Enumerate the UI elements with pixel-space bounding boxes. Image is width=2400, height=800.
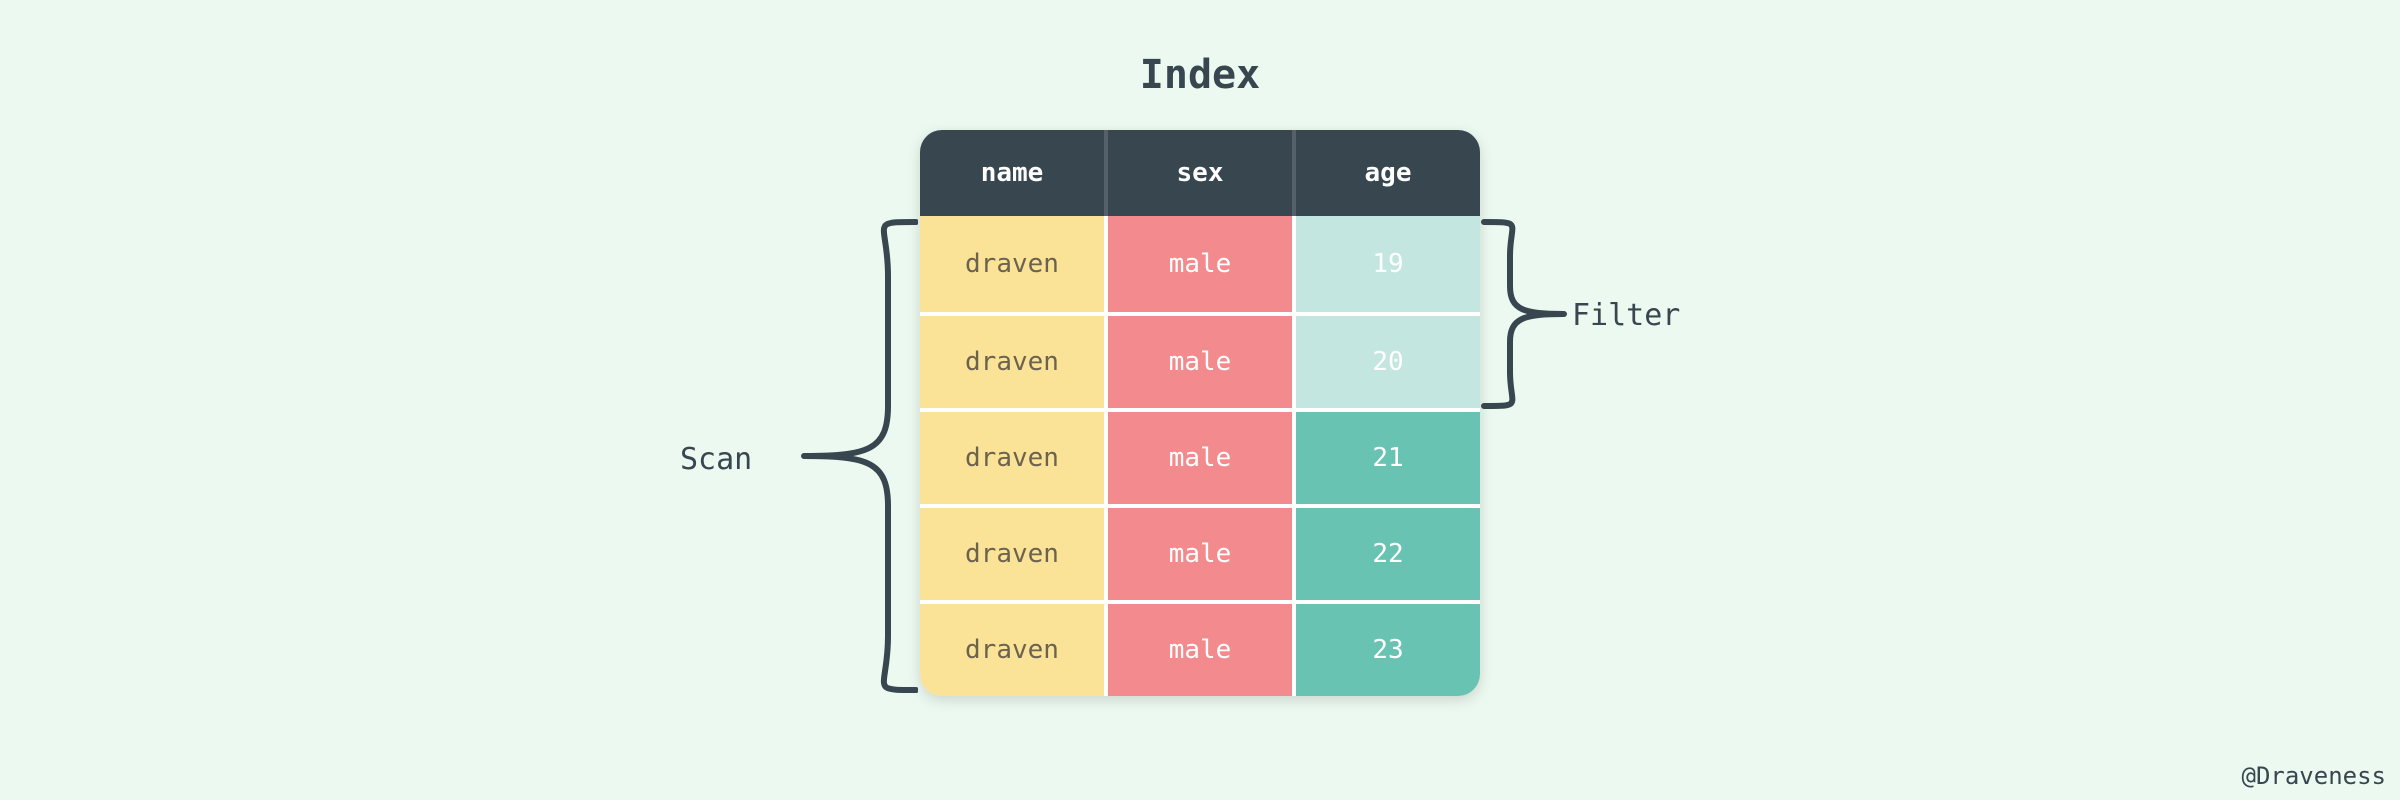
cell-sex: male <box>1108 504 1296 600</box>
brace-scan-icon <box>798 216 918 696</box>
col-header-sex: sex <box>1108 130 1296 216</box>
credit-text: @Draveness <box>2242 762 2387 790</box>
table-row: dravenmale20 <box>920 312 1480 408</box>
cell-age: 20 <box>1296 312 1480 408</box>
cell-sex: male <box>1108 216 1296 312</box>
table-header-row: name sex age <box>920 130 1480 216</box>
annotation-filter: Filter <box>1572 298 1680 333</box>
cell-name: draven <box>920 216 1108 312</box>
cell-name: draven <box>920 600 1108 696</box>
table-row: dravenmale23 <box>920 600 1480 696</box>
col-header-name: name <box>920 130 1108 216</box>
cell-age: 21 <box>1296 408 1480 504</box>
cell-name: draven <box>920 504 1108 600</box>
cell-sex: male <box>1108 312 1296 408</box>
cell-name: draven <box>920 312 1108 408</box>
diagram-canvas: Index name sex age dravenmale19dravenmal… <box>0 0 2400 800</box>
table-row: dravenmale21 <box>920 408 1480 504</box>
cell-age: 19 <box>1296 216 1480 312</box>
index-table: name sex age dravenmale19dravenmale20dra… <box>920 130 1480 696</box>
cell-name: draven <box>920 408 1108 504</box>
table-row: dravenmale19 <box>920 216 1480 312</box>
table-row: dravenmale22 <box>920 504 1480 600</box>
cell-sex: male <box>1108 408 1296 504</box>
diagram-title: Index <box>0 52 2400 98</box>
cell-sex: male <box>1108 600 1296 696</box>
cell-age: 22 <box>1296 504 1480 600</box>
brace-filter-icon <box>1480 216 1570 412</box>
cell-age: 23 <box>1296 600 1480 696</box>
annotation-scan: Scan <box>680 442 752 477</box>
col-header-age: age <box>1296 130 1480 216</box>
